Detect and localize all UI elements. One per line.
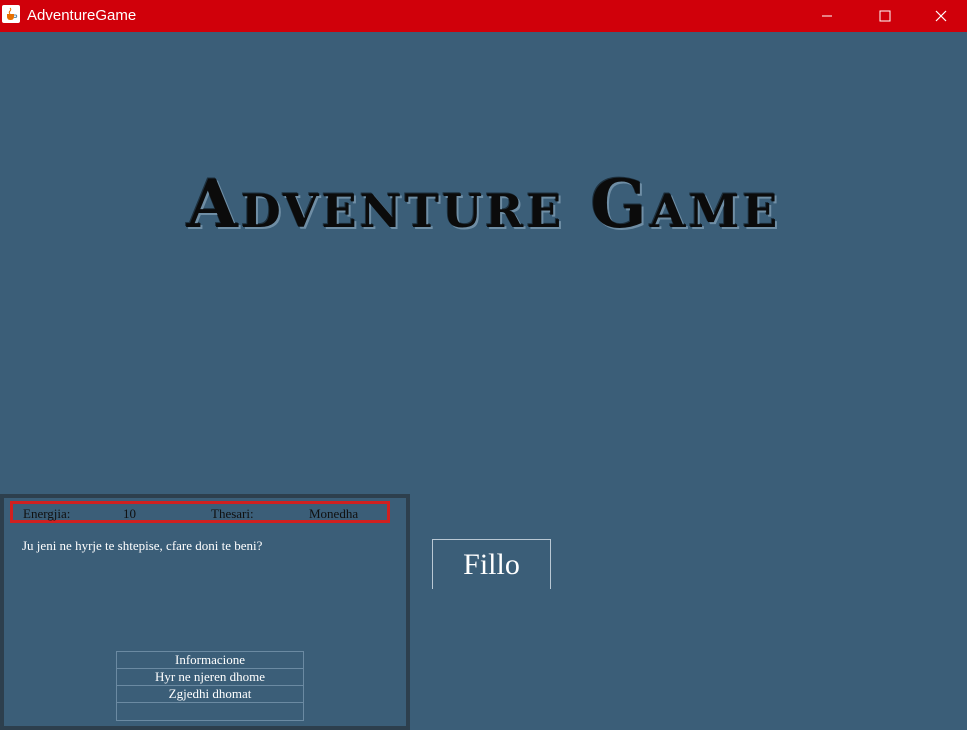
game-title: Adventure Game bbox=[186, 165, 781, 243]
stats-bar: Energjia: 10 Thesari: Monedha bbox=[10, 501, 390, 523]
window-title: AdventureGame bbox=[27, 7, 137, 24]
start-button[interactable]: Fillo bbox=[432, 539, 551, 589]
menu-item-choose-rooms[interactable]: Zgjedhi dhomat bbox=[117, 686, 303, 703]
menu-item-empty[interactable] bbox=[117, 703, 303, 720]
treasure-label: Thesari: bbox=[211, 506, 254, 521]
window-titlebar: AdventureGame bbox=[0, 0, 967, 32]
maximize-button[interactable] bbox=[856, 0, 914, 32]
energy-label: Energjia: bbox=[23, 506, 71, 521]
java-cup-icon[interactable] bbox=[2, 5, 20, 23]
action-menu: Informacione Hyr ne njeren dhome Zgjedhi… bbox=[116, 651, 304, 721]
minimize-icon bbox=[822, 15, 832, 17]
energy-value: 10 bbox=[123, 506, 136, 521]
game-panel: Energjia: 10 Thesari: Monedha Ju jeni ne… bbox=[0, 494, 410, 730]
treasure-value: Monedha bbox=[309, 506, 359, 521]
close-button[interactable] bbox=[914, 0, 967, 32]
menu-item-info[interactable]: Informacione bbox=[117, 652, 303, 669]
game-message: Ju jeni ne hyrje te shtepise, cfare doni… bbox=[22, 538, 263, 553]
close-icon bbox=[935, 10, 946, 22]
maximize-icon bbox=[879, 10, 891, 22]
menu-item-enter-room[interactable]: Hyr ne njeren dhome bbox=[117, 669, 303, 686]
minimize-button[interactable] bbox=[798, 0, 856, 32]
